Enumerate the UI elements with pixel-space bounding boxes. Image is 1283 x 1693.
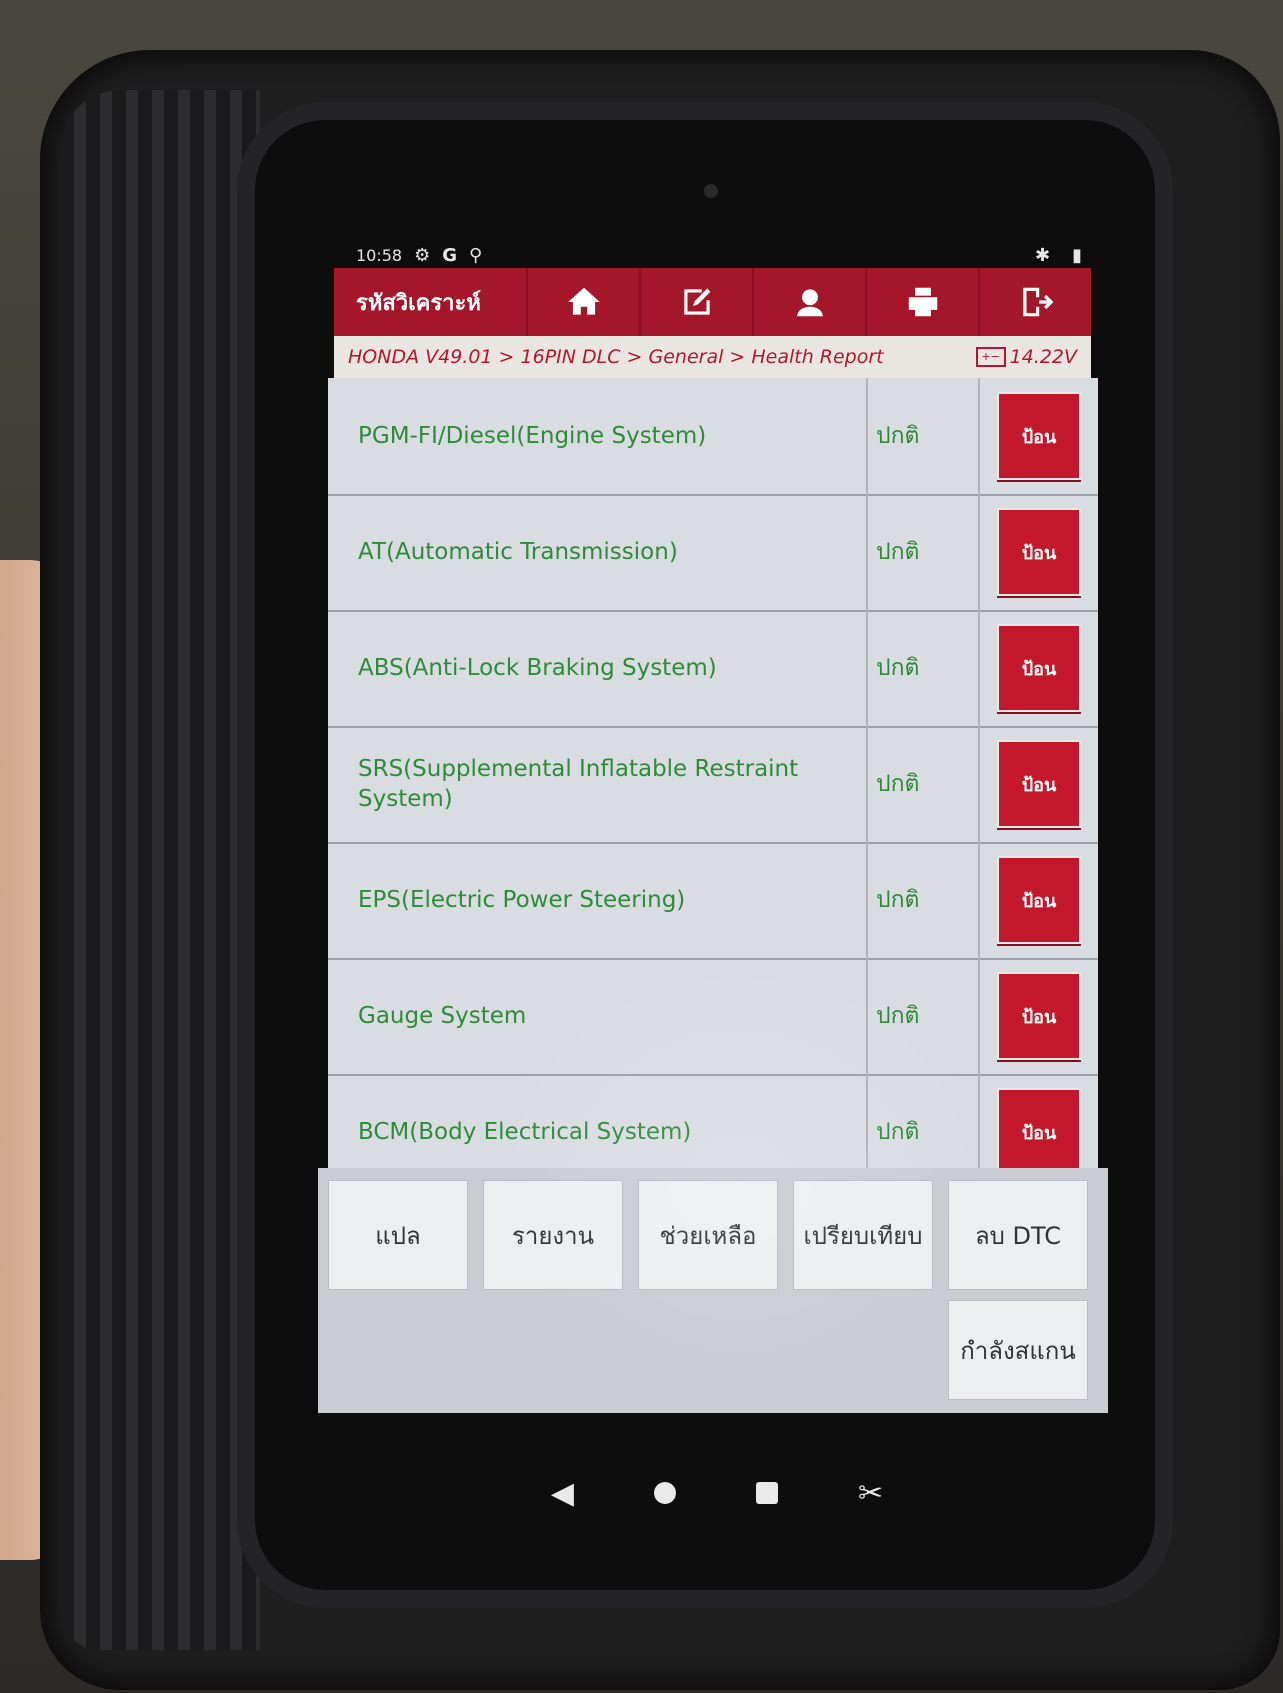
- action-cell: ป้อน: [980, 726, 1098, 842]
- system-status: ปกติ: [868, 378, 980, 494]
- usb-icon: ⚲: [469, 244, 483, 266]
- system-list[interactable]: PGM-FI/Diesel(Engine System) ปกติ ป้อน A…: [328, 378, 1098, 1168]
- support-agent-icon: [796, 289, 823, 317]
- scanning-button[interactable]: กำลังสแกน: [948, 1300, 1088, 1400]
- action-cell: ป้อน: [980, 378, 1098, 494]
- support-button[interactable]: [752, 268, 865, 336]
- enter-button[interactable]: ป้อน: [997, 1088, 1081, 1168]
- print-button[interactable]: [865, 268, 978, 336]
- front-camera: [704, 184, 718, 198]
- table-row: BCM(Body Electrical System) ปกติ ป้อน: [328, 1074, 1098, 1168]
- android-nav-bar: ◀ ✂: [322, 1413, 1112, 1573]
- breadcrumb: HONDA V49.01 > 16PIN DLC > General > Hea…: [334, 336, 1091, 378]
- app-title: รหัสวิเคราะห์: [356, 290, 481, 316]
- system-name: EPS(Electric Power Steering): [328, 842, 868, 958]
- enter-button[interactable]: ป้อน: [997, 624, 1081, 712]
- system-name: BCM(Body Electrical System): [328, 1074, 868, 1168]
- settings-cog-icon: ⚙: [414, 244, 431, 266]
- status-right: ✱ ▮: [1035, 245, 1082, 266]
- system-status: ปกติ: [868, 842, 980, 958]
- exit-icon: [1022, 287, 1053, 317]
- home-circle-icon[interactable]: [653, 1482, 676, 1504]
- clear-dtc-button[interactable]: ลบ DTC: [948, 1180, 1088, 1290]
- bottom-action-bar: แปล รายงาน ช่วยเหลือ เปรียบเทียบ ลบ DTC …: [318, 1168, 1108, 1413]
- system-status: ปกติ: [868, 958, 980, 1074]
- system-name: Gauge System: [328, 958, 868, 1074]
- action-cell: ป้อน: [980, 610, 1098, 726]
- voltage-value: 14.22V: [1009, 346, 1077, 368]
- printer-icon: [908, 287, 937, 317]
- system-name: AT(Automatic Transmission): [328, 494, 868, 610]
- recents-icon[interactable]: [755, 1482, 778, 1504]
- table-row: AT(Automatic Transmission) ปกติ ป้อน: [328, 494, 1098, 612]
- compare-button[interactable]: เปรียบเทียบ: [793, 1180, 933, 1290]
- screenshot-icon[interactable]: ✂: [858, 1476, 883, 1511]
- help-button[interactable]: ช่วยเหลือ: [638, 1180, 778, 1290]
- app-toolbar: รหัสวิเคราะห์: [334, 268, 1091, 336]
- action-cell: ป้อน: [980, 1074, 1098, 1168]
- enter-button[interactable]: ป้อน: [997, 972, 1081, 1060]
- action-cell: ป้อน: [980, 958, 1098, 1074]
- back-icon[interactable]: ◀: [551, 1476, 574, 1511]
- edit-button[interactable]: [639, 268, 752, 336]
- table-row: Gauge System ปกติ ป้อน: [328, 958, 1098, 1076]
- status-bar: 10:58 ⚙ G ⚲ ✱ ▮: [322, 240, 1082, 270]
- system-name: PGM-FI/Diesel(Engine System): [328, 378, 868, 494]
- system-status: ปกติ: [868, 494, 980, 610]
- enter-button[interactable]: ป้อน: [997, 508, 1081, 596]
- bluetooth-icon: ✱: [1035, 244, 1051, 266]
- status-time: 10:58: [356, 245, 403, 265]
- device-grip: [60, 90, 260, 1650]
- system-status: ปกติ: [868, 610, 980, 726]
- table-row: EPS(Electric Power Steering) ปกติ ป้อน: [328, 842, 1098, 960]
- report-button[interactable]: รายงาน: [483, 1180, 623, 1290]
- system-status: ปกติ: [868, 1074, 980, 1168]
- table-row: PGM-FI/Diesel(Engine System) ปกติ ป้อน: [328, 378, 1098, 496]
- battery-icon: ▮: [1072, 244, 1082, 266]
- car-battery-icon: +−: [975, 347, 1006, 367]
- system-status: ปกติ: [868, 726, 980, 842]
- home-button[interactable]: [526, 268, 639, 336]
- battery-voltage: +− 14.22V: [975, 346, 1091, 368]
- table-row: ABS(Anti-Lock Braking System) ปกติ ป้อน: [328, 610, 1098, 728]
- enter-button[interactable]: ป้อน: [997, 392, 1081, 480]
- google-g-icon: G: [442, 244, 458, 266]
- translate-button[interactable]: แปล: [328, 1180, 468, 1290]
- home-icon: [567, 287, 600, 315]
- exit-button[interactable]: [978, 268, 1091, 336]
- edit-icon: [683, 288, 710, 315]
- table-row: SRS(Supplemental Inflatable Restraint Sy…: [328, 726, 1098, 844]
- enter-button[interactable]: ป้อน: [997, 856, 1081, 944]
- action-cell: ป้อน: [980, 842, 1098, 958]
- action-cell: ป้อน: [980, 494, 1098, 610]
- enter-button[interactable]: ป้อน: [997, 740, 1081, 828]
- system-name: SRS(Supplemental Inflatable Restraint Sy…: [328, 726, 868, 842]
- photo-scene: 10:58 ⚙ G ⚲ ✱ ▮ รหัสวิเคราะห์ HONDA V49.…: [0, 0, 1283, 1693]
- breadcrumb-path: HONDA V49.01 > 16PIN DLC > General > Hea…: [348, 346, 884, 368]
- system-name: ABS(Anti-Lock Braking System): [328, 610, 868, 726]
